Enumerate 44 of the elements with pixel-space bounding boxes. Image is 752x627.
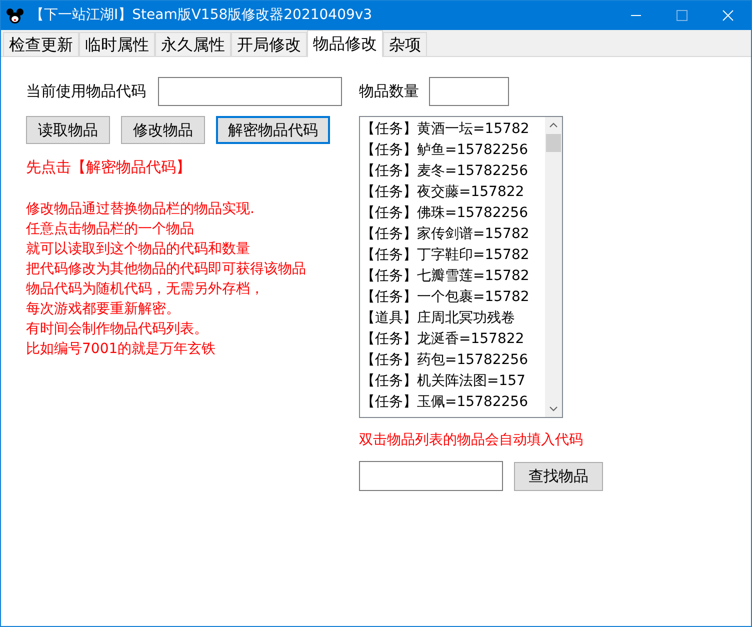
note-line: 任意点击物品栏的一个物品: [26, 220, 195, 238]
note-line: 每次游戏都要重新解密。: [26, 300, 181, 318]
list-item[interactable]: 【任务】玉佩=15782256: [361, 392, 545, 413]
note-line: 物品代码为随机代码，无需另外存档，: [26, 280, 265, 298]
list-item[interactable]: 【任务】家传剑谱=15782: [361, 224, 545, 245]
hint-text: 先点击【解密物品代码】: [26, 157, 192, 178]
list-item[interactable]: 【任务】龙涎香=157822: [361, 329, 545, 350]
list-hint-text: 双击物品列表的物品会自动填入代码: [359, 431, 584, 450]
tab[interactable]: 临时属性: [79, 32, 155, 56]
note-line: 有时间会制作物品代码列表。: [26, 320, 209, 338]
note-line: 就可以读取到这个物品的代码和数量: [26, 240, 251, 258]
action-button[interactable]: 读取物品: [26, 116, 110, 144]
action-button[interactable]: 解密物品代码: [216, 116, 330, 144]
scrollbar[interactable]: [545, 117, 562, 417]
quantity-input[interactable]: [429, 77, 509, 106]
tab[interactable]: 检查更新: [3, 32, 79, 56]
note-line: 修改物品通过替换物品栏的物品实现.: [26, 200, 256, 218]
note-line: 把代码修改为其他物品的代码即可获得该物品: [26, 260, 307, 278]
list-item[interactable]: 【任务】黄酒一坛=15782: [361, 119, 545, 140]
search-input[interactable]: [359, 461, 503, 491]
tab[interactable]: 开局修改: [231, 32, 307, 56]
list-item[interactable]: 【任务】丁字鞋印=15782: [361, 245, 545, 266]
code-label: 当前使用物品代码: [26, 81, 146, 102]
cartoon-mouse-icon: [6, 8, 24, 24]
list-item[interactable]: 【任务】夜交藤=157822: [361, 182, 545, 203]
quantity-label: 物品数量: [359, 81, 419, 102]
action-button[interactable]: 修改物品: [121, 116, 205, 144]
tab[interactable]: 永久属性: [155, 32, 231, 56]
list-item[interactable]: 【道具】庄周北冥功残卷: [361, 308, 545, 329]
list-item[interactable]: 【任务】麦冬=15782256: [361, 161, 545, 182]
find-button[interactable]: 查找物品: [514, 462, 603, 490]
item-list[interactable]: [359, 116, 563, 418]
list-item[interactable]: 【任务】一个包裹=15782: [361, 287, 545, 308]
list-item[interactable]: 【任务】佛珠=15782256: [361, 203, 545, 224]
code-input[interactable]: [158, 77, 342, 106]
window-title: 【下一站江湖I】Steam版V158版修改器20210409v3: [30, 6, 372, 25]
list-item[interactable]: 【任务】机关阵法图=157: [361, 371, 545, 392]
tab[interactable]: 物品修改: [307, 30, 383, 57]
note-line: 比如编号7001的就是万年玄铁: [26, 340, 217, 358]
list-item[interactable]: 【任务】七瓣雪莲=15782: [361, 266, 545, 287]
list-item[interactable]: 【任务】药包=15782256: [361, 350, 545, 371]
scroll-thumb[interactable]: [546, 134, 561, 152]
list-item[interactable]: 【任务】鲈鱼=15782256: [361, 140, 545, 161]
tab[interactable]: 杂项: [383, 32, 427, 56]
